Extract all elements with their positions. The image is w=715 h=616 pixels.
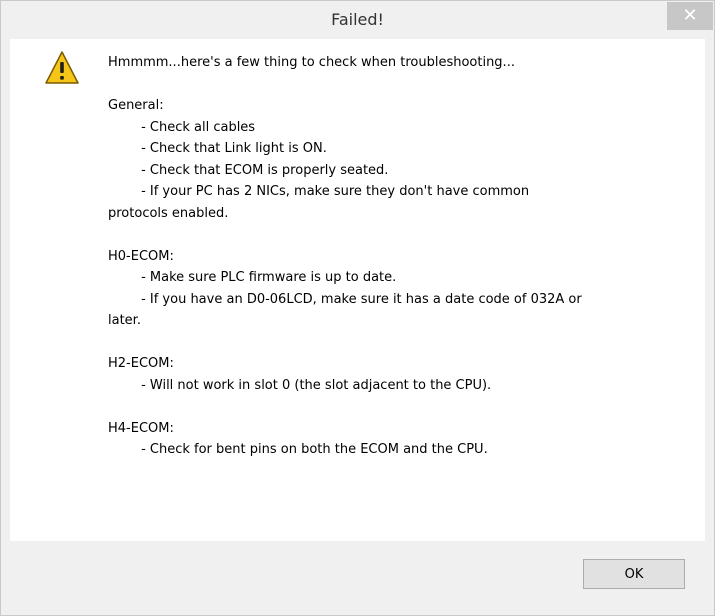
dialog-title: Failed! [331,10,384,29]
title-bar: Failed! ✕ [1,1,714,39]
dialog-window: Failed! ✕ Hmmmm...here's a few thing to … [0,0,715,616]
close-button[interactable]: ✕ [667,2,713,30]
ok-button[interactable]: OK [583,559,685,589]
warning-icon [45,51,79,84]
error-message: Hmmmm...here's a few thing to check when… [108,55,582,457]
